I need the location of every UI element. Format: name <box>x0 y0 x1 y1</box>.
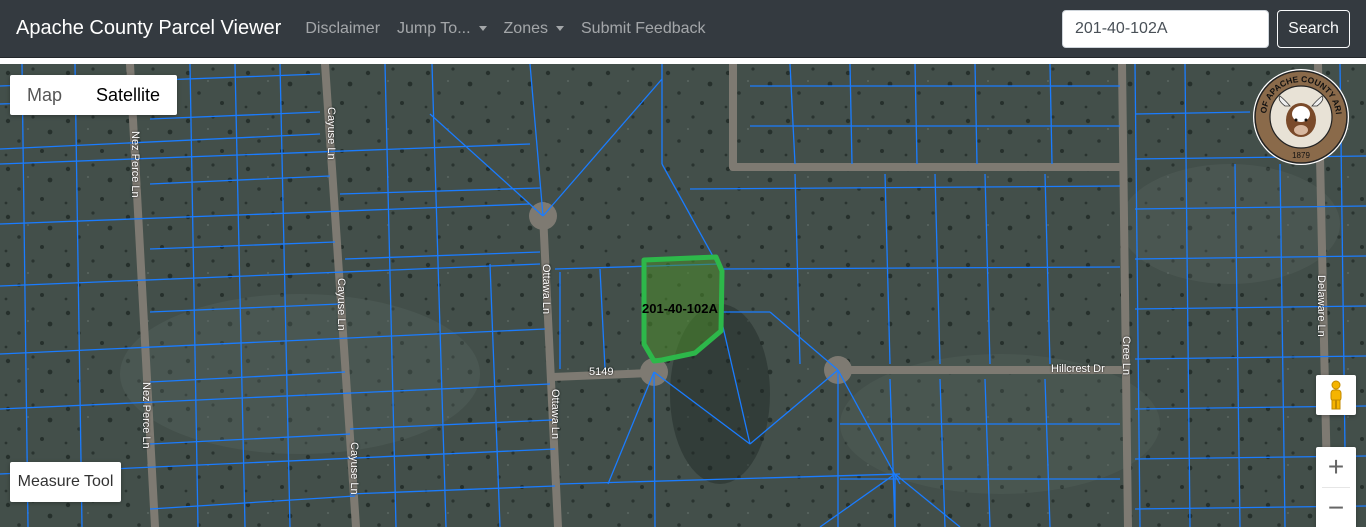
street-view-pegman-button[interactable] <box>1316 375 1356 415</box>
nav-submit-feedback[interactable]: Submit Feedback <box>581 20 706 38</box>
search-input[interactable] <box>1062 10 1269 48</box>
nav-disclaimer[interactable]: Disclaimer <box>305 20 380 38</box>
search-button[interactable]: Search <box>1277 10 1350 48</box>
road-label: Hillcrest Dr <box>1051 363 1105 375</box>
road-label: Nez Perce Ln <box>129 131 141 198</box>
road-label: Cayuse Ln <box>335 278 347 331</box>
map-canvas[interactable]: Nez Perce Ln Nez Perce Ln Cayuse Ln Cayu… <box>0 64 1366 527</box>
road-label: Delaware Ln <box>1315 275 1327 337</box>
nav-zones-dropdown[interactable]: Zones <box>504 20 564 38</box>
map-type-map-button[interactable]: Map <box>10 75 79 115</box>
road-label: Cayuse Ln <box>348 442 360 495</box>
road-label: Cree Ln <box>1120 336 1132 376</box>
zoom-control: + − <box>1316 447 1356 527</box>
parcel-label: 201-40-102A <box>642 301 718 316</box>
zoom-in-button[interactable]: + <box>1316 447 1356 487</box>
county-seal-logo: SEAL OF APACHE COUNTY ARIZONA 1879 <box>1252 68 1349 165</box>
search-form: Search <box>1062 10 1350 48</box>
map-type-control: Map Satellite <box>10 75 178 115</box>
navbar: Apache County Parcel Viewer Disclaimer J… <box>0 0 1366 58</box>
measure-tool-button[interactable]: Measure Tool <box>10 462 121 502</box>
road-label: Ottawa Ln <box>549 389 561 440</box>
caret-down-icon <box>478 26 487 31</box>
pegman-icon <box>1330 380 1342 410</box>
road-label: Nez Perce Ln <box>140 382 152 449</box>
nav-jump-to-dropdown[interactable]: Jump To... <box>397 20 487 38</box>
map-type-satellite-button[interactable]: Satellite <box>79 75 177 115</box>
road-label: 5149 <box>589 366 614 378</box>
zoom-out-button[interactable]: − <box>1316 488 1356 527</box>
svg-text:1879: 1879 <box>1292 151 1310 160</box>
road-label: Ottawa Ln <box>540 264 552 315</box>
caret-down-icon <box>556 26 564 31</box>
app-title[interactable]: Apache County Parcel Viewer <box>16 17 281 40</box>
road-label: Cayuse Ln <box>325 107 337 160</box>
satellite-map-layer <box>0 64 1366 527</box>
